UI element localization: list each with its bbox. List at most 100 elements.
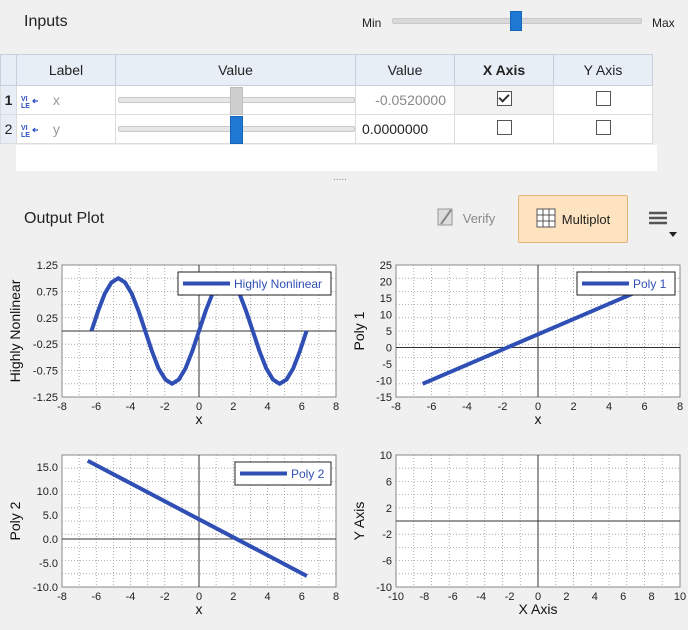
inputs-title: Inputs xyxy=(24,13,68,30)
chart-svg: -8 -6 -4 -2 0 2 4 6 81.250.750.25-0.25-0.75-1.25… xyxy=(7,260,339,427)
output-title: Output Plot xyxy=(24,210,105,227)
row-x-axis-cell[interactable] xyxy=(454,114,554,144)
y-tick-label: 0.75 xyxy=(37,286,58,298)
row-number: 1 xyxy=(0,85,17,115)
x-tick-label: -8 xyxy=(391,401,401,413)
table-header-row: Label Value Value X Axis Y Axis xyxy=(0,54,653,86)
row-value[interactable]: 0.0000000 xyxy=(362,121,428,137)
row-number: 2 xyxy=(0,114,17,144)
x-tick-label: 4 xyxy=(606,401,612,413)
row-label-cell[interactable]: VI LE y xyxy=(16,114,116,144)
x-tick-label: 8 xyxy=(333,401,339,413)
row-label-cell[interactable]: VI LE x xyxy=(16,85,116,115)
x-axis-checkbox[interactable] xyxy=(496,120,512,135)
chart-svg: -10 -8 -6 -4 -2 0 2 4 6 8 101062-2-6-10X AxisY Axi… xyxy=(351,450,686,617)
x-tick-label: -2 xyxy=(505,591,515,603)
x-axis-label: X Axis xyxy=(519,601,558,617)
y-tick-label: 0.25 xyxy=(37,313,58,325)
row-label: y xyxy=(52,120,60,137)
x-tick-label: 8 xyxy=(649,591,655,603)
x-axis-label: x xyxy=(196,411,203,427)
chart-poly-2[interactable]: -8 -6 -4 -2 0 2 4 6 8 15.0 10.0 5.0 0.0 -5.0 -10.0 x Pol… xyxy=(0,443,344,625)
svg-text:VI: VI xyxy=(21,96,28,103)
y-tick-label: -5.0 xyxy=(39,558,58,570)
row-slider-thumb[interactable] xyxy=(229,87,243,115)
x-tick-label: -2 xyxy=(160,401,170,413)
y-tick-label: 2 xyxy=(386,503,392,515)
y-tick-label: 5 xyxy=(386,326,392,338)
row-y-axis-cell[interactable] xyxy=(553,114,653,144)
y-tick-label: 10 xyxy=(380,310,392,322)
x-tick-label: 6 xyxy=(641,401,647,413)
y-tick-label: 25 xyxy=(380,260,392,272)
row-slider-thumb[interactable] xyxy=(229,116,243,144)
x-tick-label: -6 xyxy=(91,401,101,413)
y-tick-label: 15 xyxy=(380,293,392,305)
master-slider[interactable] xyxy=(392,10,642,32)
chart-xy-axis[interactable]: -10 -8 -6 -4 -2 0 2 4 6 8 10 10 6 2 -2 -6 -10 X Axis Y Axi… xyxy=(344,443,688,625)
x-tick-label: 4 xyxy=(264,591,270,603)
y-axis-label: Poly 2 xyxy=(7,501,23,540)
table-empty-area xyxy=(16,145,657,171)
x-axis-label: x xyxy=(535,411,542,427)
verify-label: Verify xyxy=(462,210,496,226)
col-header-x-axis[interactable]: X Axis xyxy=(454,54,554,86)
verify-button[interactable]: Verify xyxy=(425,198,505,238)
panel-splitter[interactable]: ..... xyxy=(333,172,347,183)
x-tick-label: 2 xyxy=(230,591,236,603)
slider-max-label: Max xyxy=(652,16,675,30)
multiplot-icon xyxy=(536,208,556,231)
y-axis-checkbox[interactable] xyxy=(595,120,611,135)
row-x-axis-cell[interactable] xyxy=(454,85,554,115)
y-tick-label: -1.25 xyxy=(33,392,58,404)
y-tick-label: 0.0 xyxy=(43,534,58,546)
svg-text:VI: VI xyxy=(21,125,28,132)
chart-svg: -8 -6 -4 -2 0 2 4 6 82520151050-5-10-15xPoly 1Po… xyxy=(351,260,683,427)
chart-poly-1[interactable]: -8 -6 -4 -2 0 2 4 6 8 25 20 15 10 5 0 -5 -10 -15 x Poly 1 Po… xyxy=(344,253,688,435)
y-axis-checkbox[interactable] xyxy=(595,91,611,106)
x-tick-label: -6 xyxy=(91,591,101,603)
y-tick-label: -0.25 xyxy=(33,339,58,351)
col-header-value-slider[interactable]: Value xyxy=(115,54,356,86)
chart-svg: -8 -6 -4 -2 0 2 4 6 815.010.05.00.0-5.0-10.0xPol… xyxy=(7,454,339,617)
master-slider-thumb[interactable] xyxy=(510,11,522,31)
x-tick-label: -4 xyxy=(476,591,486,603)
x-tick-label: 2 xyxy=(570,401,576,413)
multiplot-button[interactable]: Multiplot xyxy=(518,195,628,243)
menu-icon[interactable] xyxy=(647,210,681,240)
col-header-value[interactable]: Value xyxy=(355,54,455,86)
row-label: x xyxy=(52,91,60,108)
x-tick-label: 2 xyxy=(230,401,236,413)
y-axis-label: Highly Nonlinear xyxy=(7,279,23,382)
x-tick-label: -4 xyxy=(126,401,136,413)
legend-label: Poly 2 xyxy=(291,467,325,481)
variable-icon: VI LE xyxy=(21,123,38,139)
col-header-label[interactable]: Label xyxy=(16,54,116,86)
table-row: 1 VI LE x -0.0520000 xyxy=(0,85,653,115)
y-tick-label: 5.0 xyxy=(43,510,58,522)
x-tick-label: -6 xyxy=(427,401,437,413)
x-axis-checkbox[interactable] xyxy=(496,91,512,106)
x-axis-label: x xyxy=(196,601,203,617)
row-value[interactable]: -0.0520000 xyxy=(375,92,446,108)
y-tick-label: -15 xyxy=(376,392,392,404)
x-tick-label: -2 xyxy=(160,591,170,603)
row-value-slider-cell[interactable] xyxy=(115,114,356,144)
y-tick-label: 20 xyxy=(380,277,392,289)
y-tick-label: 10 xyxy=(380,450,392,462)
row-value-cell[interactable]: -0.0520000 xyxy=(355,85,455,115)
x-tick-label: -8 xyxy=(57,591,67,603)
col-header-y-axis[interactable]: Y Axis xyxy=(553,54,653,86)
chart-highly-nonlinear[interactable]: -8 -6 -4 -2 0 2 4 6 8 1.25 0.75 0.25 -0.25 -0.75 -1.25… xyxy=(0,253,344,435)
inputs-table: Label Value Value X Axis Y Axis 1 VI LE x… xyxy=(0,54,653,144)
y-tick-label: -10.0 xyxy=(33,582,58,594)
row-value-cell[interactable]: 0.0000000 xyxy=(355,114,455,144)
y-tick-label: -10 xyxy=(376,582,392,594)
row-y-axis-cell[interactable] xyxy=(553,85,653,115)
x-tick-label: 4 xyxy=(592,591,598,603)
y-tick-label: 0 xyxy=(386,343,392,355)
x-tick-label: -4 xyxy=(462,401,472,413)
legend-label: Highly Nonlinear xyxy=(234,277,322,291)
y-tick-label: -0.75 xyxy=(33,366,58,378)
row-value-slider-cell[interactable] xyxy=(115,85,356,115)
